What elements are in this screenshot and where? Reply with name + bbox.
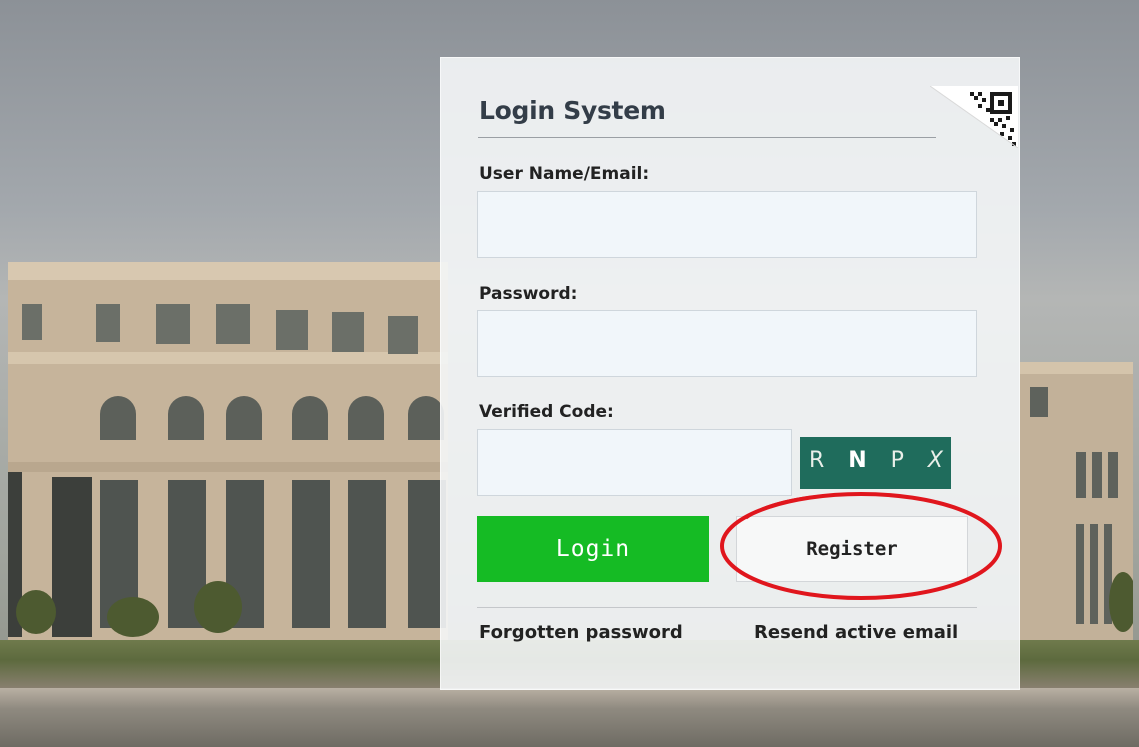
resend-email-link[interactable]: Resend active email bbox=[754, 622, 958, 643]
footer-divider bbox=[477, 607, 977, 608]
captcha-char: R bbox=[809, 447, 825, 473]
verify-code-input[interactable] bbox=[477, 429, 792, 496]
verify-code-label: Verified Code: bbox=[479, 402, 614, 422]
username-label: User Name/Email: bbox=[479, 164, 650, 184]
register-button[interactable]: Register bbox=[736, 516, 968, 582]
captcha-char: N bbox=[848, 447, 867, 473]
password-label: Password: bbox=[479, 284, 578, 304]
captcha-image[interactable]: R N P X bbox=[800, 437, 951, 489]
password-input[interactable] bbox=[477, 310, 977, 377]
qr-code-icon[interactable] bbox=[930, 86, 1018, 148]
login-button[interactable]: Login bbox=[477, 516, 709, 582]
page-title: Login System bbox=[479, 96, 666, 125]
captcha-char: X bbox=[927, 447, 943, 473]
lake bbox=[0, 688, 1139, 747]
username-input[interactable] bbox=[477, 191, 977, 258]
captcha-char: P bbox=[890, 447, 904, 473]
forgot-password-link[interactable]: Forgotten password bbox=[479, 622, 683, 643]
title-divider bbox=[478, 137, 936, 138]
